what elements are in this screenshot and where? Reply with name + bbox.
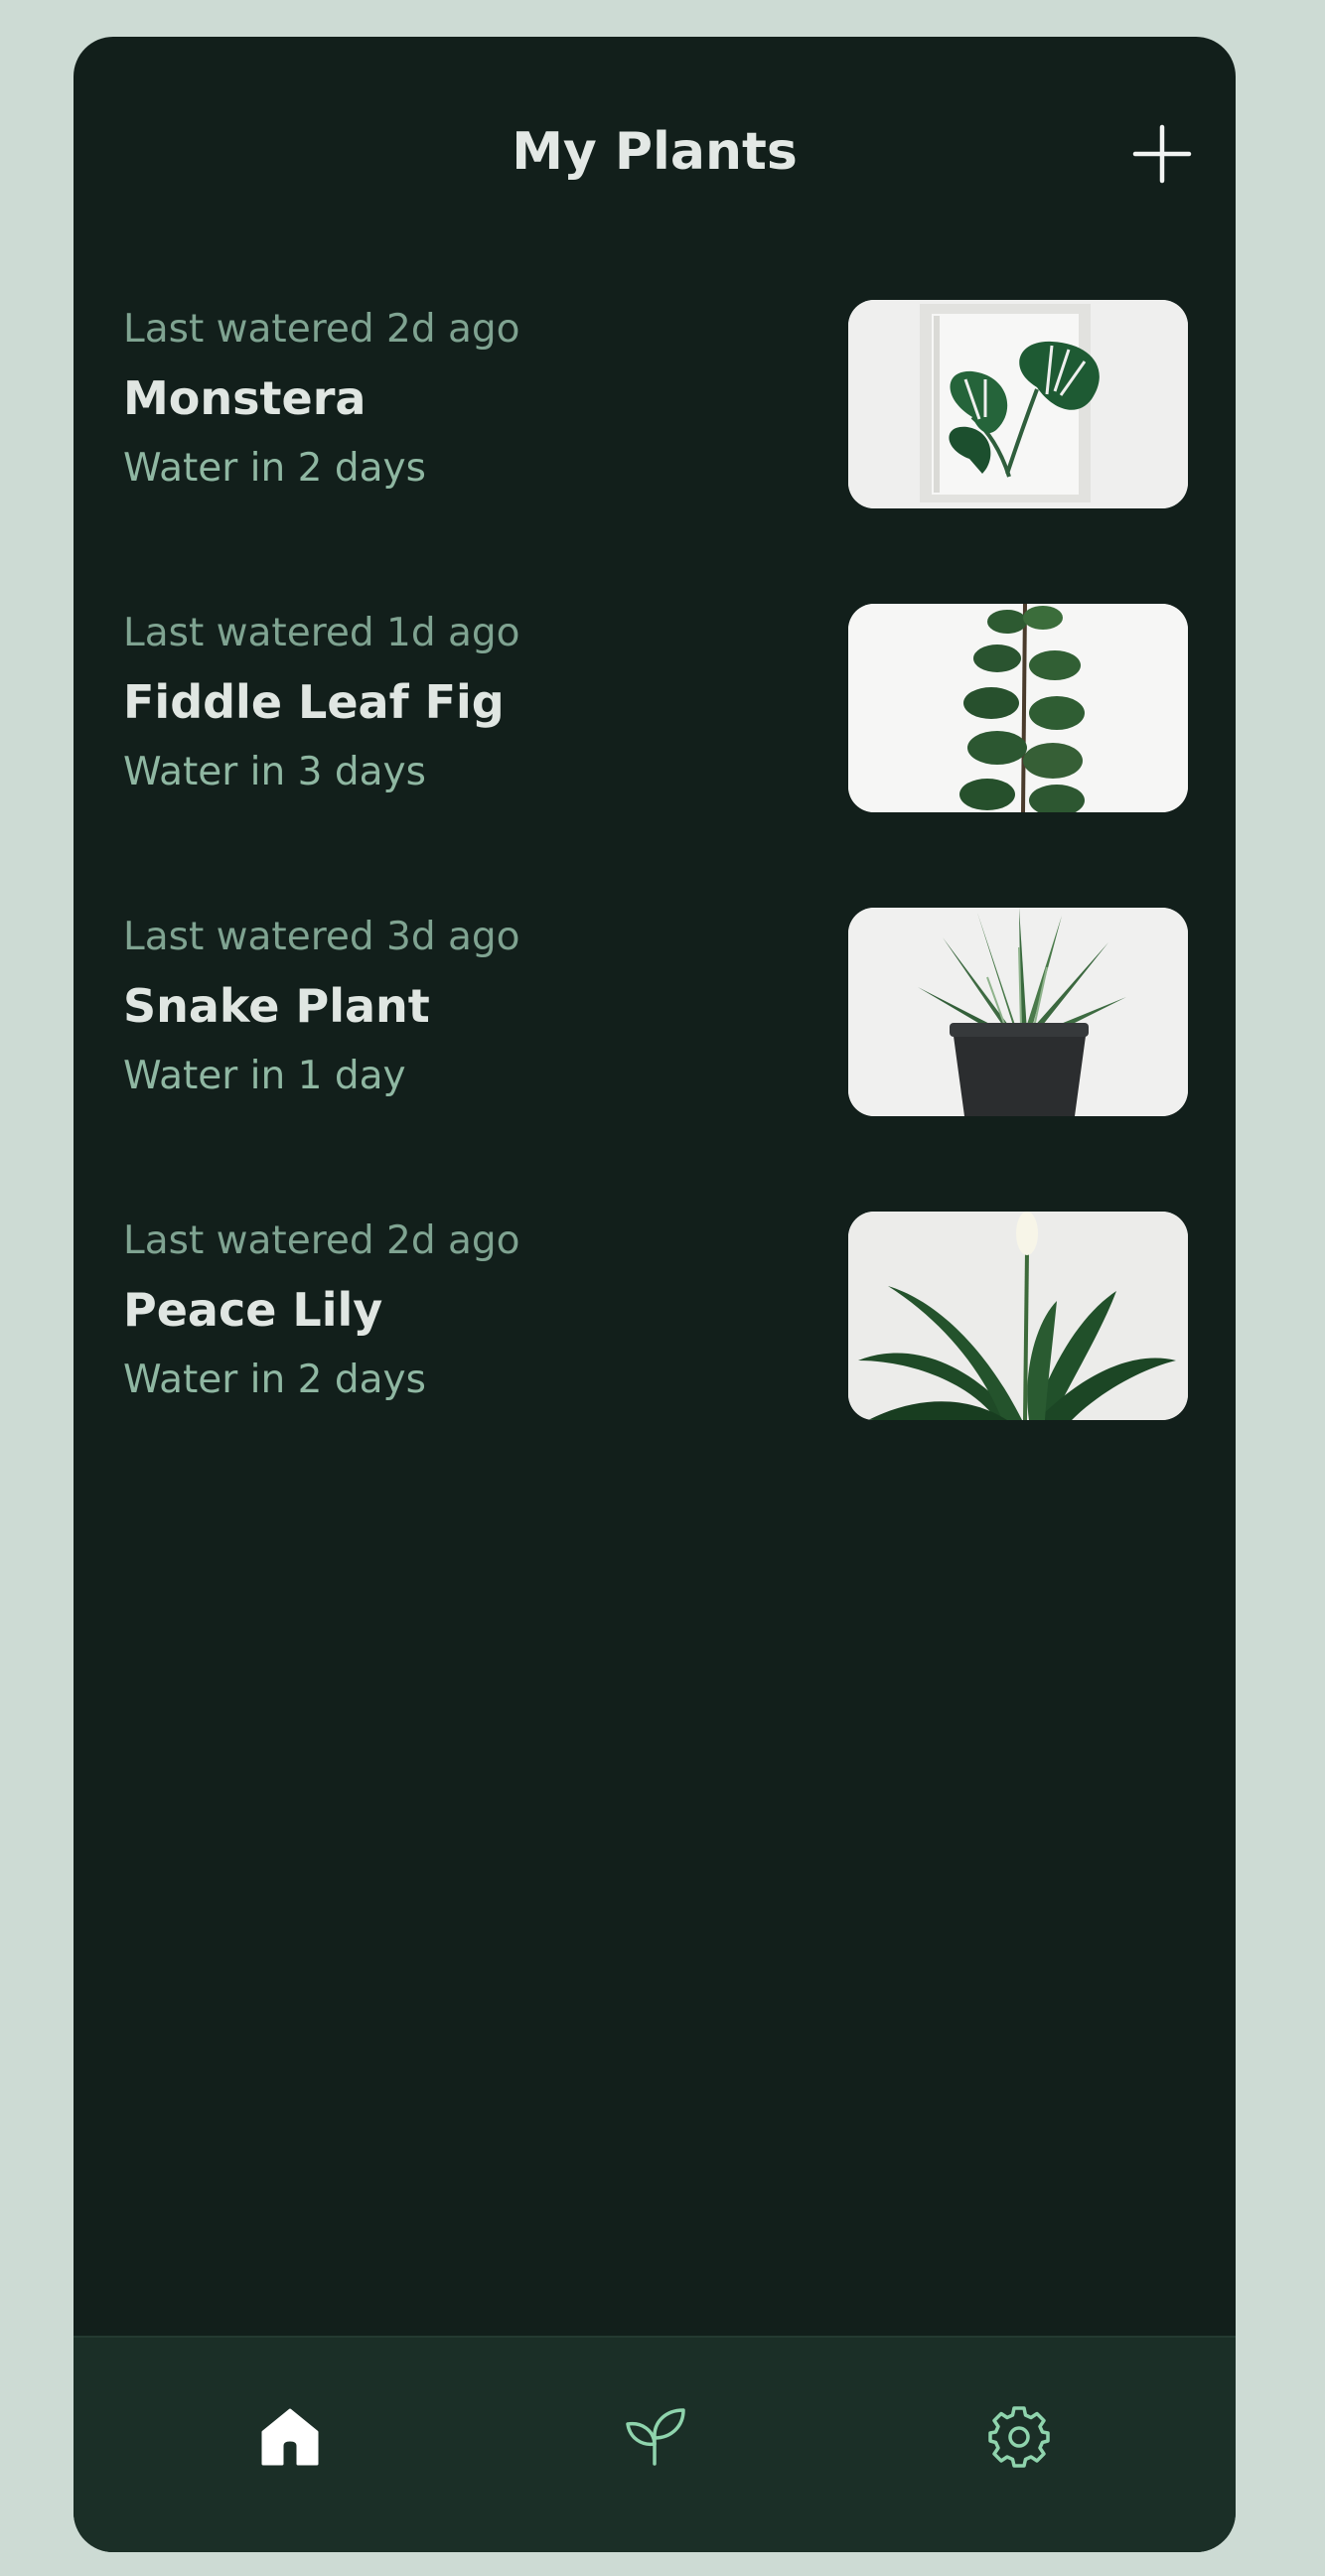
last-watered-label: Last watered 2d ago (123, 307, 520, 352)
snake-plant-photo (848, 908, 1188, 1116)
home-icon (261, 2408, 319, 2466)
header: My Plants (74, 37, 1236, 235)
next-water-label: Water in 2 days (123, 446, 426, 491)
page-title: My Plants (512, 122, 798, 182)
plant-name: Snake Plant (123, 979, 430, 1033)
plant-name: Monstera (123, 371, 367, 425)
last-watered-label: Last watered 2d ago (123, 1218, 520, 1263)
plant-name: Fiddle Leaf Fig (123, 675, 505, 729)
plus-icon (1132, 124, 1192, 184)
fiddle-leaf-fig-photo (848, 604, 1188, 812)
plant-card-fiddle-leaf-fig[interactable]: Last watered 1d ago Fiddle Leaf Fig Wate… (74, 604, 1236, 812)
monstera-photo (848, 300, 1188, 508)
last-watered-label: Last watered 1d ago (123, 611, 520, 655)
plant-card-snake-plant[interactable]: Last watered 3d ago Snake Plant Water in… (74, 908, 1236, 1116)
nav-home[interactable] (230, 2377, 350, 2497)
sprout-icon (626, 2408, 685, 2466)
nav-plants[interactable] (595, 2377, 714, 2497)
next-water-label: Water in 3 days (123, 750, 426, 794)
next-water-label: Water in 1 day (123, 1054, 406, 1098)
plant-card-peace-lily[interactable]: Last watered 2d ago Peace Lily Water in … (74, 1212, 1236, 1420)
nav-settings[interactable] (959, 2377, 1079, 2497)
peace-lily-photo (848, 1212, 1188, 1420)
next-water-label: Water in 2 days (123, 1358, 426, 1402)
plant-name: Peace Lily (123, 1283, 383, 1337)
last-watered-label: Last watered 3d ago (123, 915, 520, 959)
add-plant-button[interactable] (1132, 124, 1192, 184)
plant-card-monstera[interactable]: Last watered 2d ago Monstera Water in 2 … (74, 300, 1236, 508)
gear-icon (988, 2406, 1050, 2468)
app-screen: My Plants Last watered 2d ago Monstera W… (74, 37, 1236, 2552)
bottom-nav (74, 2336, 1236, 2552)
